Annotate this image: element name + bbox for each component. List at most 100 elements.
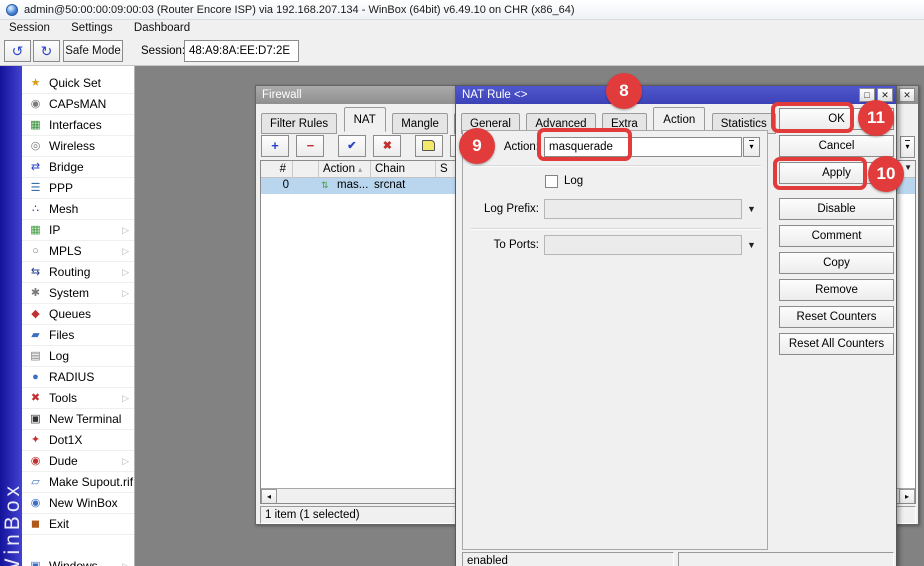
menu-dashboard[interactable]: Dashboard [125, 20, 199, 37]
scroll-right-button[interactable]: ▸ [899, 489, 915, 504]
log-icon: ▤ [26, 346, 45, 367]
reset-all-counters-button[interactable]: Reset All Counters [779, 333, 894, 355]
brand-vertical-text: RouterOS WinBox [1, 482, 22, 566]
quick-set-icon: ★ [26, 73, 45, 94]
col-flags[interactable] [293, 161, 319, 178]
highlight-action-field [537, 128, 632, 161]
sidebar-item-capsman[interactable]: ◉CAPsMAN [22, 94, 134, 115]
safe-mode-button[interactable]: Safe Mode [63, 40, 123, 62]
action-tab-panel: Action: masquerade ▾ Log Log Prefix: ▼ T… [462, 130, 768, 550]
comment-rule-button[interactable] [415, 135, 443, 157]
copy-button[interactable]: Copy [779, 252, 894, 274]
step-marker-8: 8 [606, 73, 642, 109]
highlight-ok-button [771, 102, 854, 133]
tab-nat[interactable]: NAT [344, 107, 386, 132]
minus-icon: − [307, 138, 315, 153]
sidebar-item-system[interactable]: ✱System▷ [22, 283, 134, 304]
radius-icon: ● [26, 367, 45, 388]
wireless-icon: ◎ [26, 136, 45, 157]
separator [471, 165, 761, 167]
submenu-arrow-icon: ▷ [122, 388, 129, 409]
sidebar-item-files[interactable]: ▰Files [22, 325, 134, 346]
highlight-apply-button [773, 157, 867, 190]
dropdown-combo-icon: ▾ [749, 140, 753, 151]
tab-filter-rules[interactable]: Filter Rules [261, 113, 337, 134]
separator [471, 228, 761, 230]
row-chain: srcnat [374, 178, 405, 194]
sidebar-item-radius[interactable]: ●RADIUS [22, 367, 134, 388]
sidebar-item-ip[interactable]: ▦IP▷ [22, 220, 134, 241]
exit-icon: ◼ [26, 514, 45, 535]
redo-button[interactable]: ↻ [33, 40, 60, 62]
plus-icon: + [271, 138, 279, 153]
cancel-button[interactable]: Cancel [779, 135, 894, 157]
step-marker-11: 11 [858, 100, 894, 136]
log-prefix-input[interactable] [544, 199, 742, 219]
menubar: Session Settings Dashboard [0, 20, 924, 37]
disable-button[interactable]: Disable [779, 198, 894, 220]
firewall-close-button[interactable]: ✕ [899, 88, 915, 102]
log-prefix-dropdown-icon[interactable]: ▼ [747, 204, 756, 214]
sidebar-item-mesh[interactable]: ∴Mesh [22, 199, 134, 220]
files-folder-icon: ▰ [26, 325, 45, 346]
sidebar-item-new-terminal[interactable]: ▣New Terminal [22, 409, 134, 430]
tab-mangle[interactable]: Mangle [392, 113, 448, 134]
sidebar-item-log[interactable]: ▤Log [22, 346, 134, 367]
sidebar-item-exit[interactable]: ◼Exit [22, 514, 134, 535]
sidebar-item-queues[interactable]: ◆Queues [22, 304, 134, 325]
enable-rule-button[interactable]: ✔ [338, 135, 366, 157]
sidebar-item-windows[interactable]: ▣Windows▷ [22, 556, 134, 566]
menu-session[interactable]: Session [0, 20, 59, 37]
rule-state-statusbar: enabled [462, 552, 674, 566]
sidebar-item-dude[interactable]: ◉Dude▷ [22, 451, 134, 472]
sidebar-item-interfaces[interactable]: ▦Interfaces [22, 115, 134, 136]
comment-button[interactable]: Comment [779, 225, 894, 247]
submenu-arrow-icon: ▷ [122, 556, 129, 566]
step-marker-10: 10 [868, 156, 904, 192]
log-checkbox[interactable] [545, 175, 558, 188]
remove-button[interactable]: Remove [779, 279, 894, 301]
to-ports-input[interactable] [544, 235, 742, 255]
bridge-icon: ⇄ [26, 157, 45, 178]
remove-rule-button[interactable]: − [296, 135, 324, 157]
sidebar: ★Quick Set ◉CAPsMAN ▦Interfaces ◎Wireles… [22, 66, 135, 566]
undo-button[interactable]: ↺ [4, 40, 31, 62]
session-label: Session: [141, 45, 185, 57]
scroll-left-icon: ◂ [267, 492, 271, 501]
dude-icon: ◉ [26, 451, 45, 472]
tab-action[interactable]: Action [653, 107, 705, 132]
sidebar-item-tools[interactable]: ✖Tools▷ [22, 388, 134, 409]
cross-icon: ✖ [383, 140, 392, 152]
sidebar-item-wireless[interactable]: ◎Wireless [22, 136, 134, 157]
col-num[interactable]: # [261, 161, 293, 178]
sidebar-item-quick-set[interactable]: ★Quick Set [22, 73, 134, 94]
filter-dropdown-fragment[interactable]: ▾ [900, 136, 915, 158]
col-chain[interactable]: Chain [371, 161, 436, 178]
sidebar-item-make-supout[interactable]: ▱Make Supout.rif [22, 472, 134, 493]
mpls-icon: ○ [26, 241, 45, 262]
menu-settings[interactable]: Settings [62, 20, 122, 37]
action-dropdown-button[interactable]: ▾ [743, 137, 760, 157]
sort-asc-icon: ▴ [358, 165, 362, 174]
app-toolbar: ↺ ↻ Safe Mode Session: 48:A9:8A:EE:D7:2E [0, 37, 924, 66]
maximize-icon: □ [864, 90, 869, 100]
to-ports-dropdown-icon[interactable]: ▼ [747, 240, 756, 250]
sidebar-item-bridge[interactable]: ⇄Bridge [22, 157, 134, 178]
rule-statusbar-right [678, 552, 894, 566]
interfaces-icon: ▦ [26, 115, 45, 136]
sidebar-item-dot1x[interactable]: ✦Dot1X [22, 430, 134, 451]
add-rule-button[interactable]: + [261, 135, 289, 157]
sidebar-item-mpls[interactable]: ○MPLS▷ [22, 241, 134, 262]
reset-counters-button[interactable]: Reset Counters [779, 306, 894, 328]
sidebar-item-ppp[interactable]: ☰PPP [22, 178, 134, 199]
session-input[interactable]: 48:A9:8A:EE:D7:2E [184, 40, 299, 62]
masquerade-action-icon: ⇅ [321, 178, 329, 194]
log-prefix-label: Log Prefix: [473, 203, 539, 215]
sidebar-item-new-winbox[interactable]: ◉New WinBox [22, 493, 134, 514]
disable-rule-button[interactable]: ✖ [373, 135, 401, 157]
submenu-arrow-icon: ▷ [122, 262, 129, 283]
winbox-globe-icon: ◉ [26, 493, 45, 514]
col-action[interactable]: Action ▴ [319, 161, 371, 178]
sidebar-item-routing[interactable]: ⇆Routing▷ [22, 262, 134, 283]
scroll-left-button[interactable]: ◂ [261, 489, 277, 504]
